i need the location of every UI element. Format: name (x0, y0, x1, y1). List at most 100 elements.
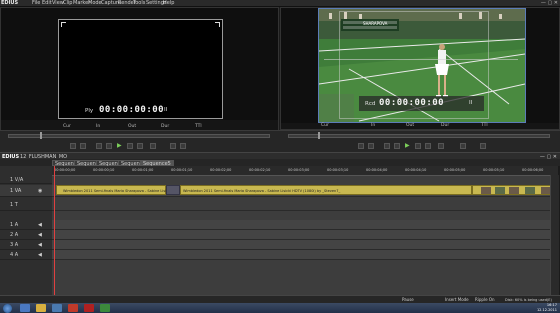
app-icon[interactable] (100, 304, 110, 312)
recorder-field-cur: Cur (321, 123, 329, 128)
timeline-clip[interactable]: Wimbledon 2011 Semi-finals Maria Sharapo… (180, 185, 472, 195)
audio-track-row[interactable] (52, 250, 558, 260)
ruler-tick: 00:00:01;10 (171, 168, 193, 172)
ruler-tick: 00:00:02;00 (210, 168, 232, 172)
speaker-icon[interactable]: ◀ (38, 252, 42, 258)
rec-step-back-button[interactable] (394, 143, 400, 149)
ruler-tick: 00:00:04;00 (366, 168, 388, 172)
window-controls[interactable]: — ▢ ✕ (541, 0, 558, 6)
ruler-tick: 00:00:01;00 (132, 168, 154, 172)
app-name: EDIUS (1, 0, 19, 6)
menu-edit[interactable]: Edit (42, 0, 52, 6)
rec-play-icon[interactable]: ▶ (405, 143, 411, 149)
recorder-timecode: 00:00:00:00 (379, 98, 445, 108)
pause-indicator-icon: II (164, 107, 168, 113)
ruler-tick: 00:00:02;10 (249, 168, 271, 172)
time-ruler[interactable]: 00:00:00;00 00:00:00;10 00:00:01;00 00:0… (52, 166, 558, 176)
title-track-row[interactable] (52, 199, 558, 211)
speaker-icon[interactable]: ◀ (38, 222, 42, 228)
ruler-tick: 00:00:00;10 (93, 168, 115, 172)
track-header-a1[interactable]: 1 A ◀ (0, 220, 52, 230)
speaker-icon[interactable]: ◀ (38, 232, 42, 238)
ruler-tick: 00:00:05;00 (444, 168, 466, 172)
rec-step-forward-button[interactable] (415, 143, 421, 149)
player-slider-handle[interactable] (40, 132, 42, 139)
player-field-ttl: TTl (195, 124, 202, 129)
menu-file[interactable]: File (32, 0, 40, 6)
menu-clip[interactable]: Clip (63, 0, 72, 6)
overwrite-button[interactable] (170, 143, 176, 149)
safe-area-corner-icon (61, 22, 66, 27)
player-monitor: Ply 00:00:00:00 II Cur In Out Dur TTl (0, 7, 279, 131)
player-field-out: Out (128, 124, 137, 129)
explorer-icon[interactable] (36, 304, 46, 312)
pause-indicator-icon: II (469, 100, 473, 106)
rec-fast-forward-button[interactable] (425, 143, 431, 149)
recorder-field-in: In (371, 123, 376, 128)
taskbar-time: 16:17 (546, 303, 557, 307)
set-out-button[interactable] (80, 143, 86, 149)
rewind-button[interactable] (96, 143, 102, 149)
player-scrub-slider[interactable] (8, 134, 270, 138)
loop-button[interactable] (150, 143, 156, 149)
speaker-icon[interactable]: ◀ (38, 242, 42, 248)
set-in-button[interactable] (70, 143, 76, 149)
recorder-field-dur: Dur (441, 123, 450, 128)
player-field-dur: Dur (161, 124, 170, 129)
player-label: Ply (85, 108, 94, 114)
rec-set-out-button[interactable] (368, 143, 374, 149)
ruler-tick: 00:00:03;00 (288, 168, 310, 172)
track-header-a2[interactable]: 2 A ◀ (0, 230, 52, 240)
menu-help[interactable]: Help (163, 0, 174, 6)
insert-button[interactable] (180, 143, 186, 149)
step-forward-button[interactable] (127, 143, 133, 149)
app-icon[interactable] (68, 304, 78, 312)
rec-export-button[interactable] (460, 143, 466, 149)
audio-track-row[interactable] (52, 240, 558, 250)
recorder-field-ttl: TTl (481, 123, 488, 128)
player-timecode: 00:00:00:00 (99, 105, 165, 115)
thumb (481, 187, 491, 194)
safe-area-corner-icon (215, 22, 220, 27)
clip-thumbnail (166, 185, 180, 195)
player-field-cur: Cur (63, 124, 71, 129)
play-icon[interactable]: ▶ (117, 143, 123, 149)
track-header-va[interactable]: 1 VA ◉ (0, 185, 52, 197)
timeline-cursor[interactable] (54, 166, 55, 295)
audio-track-row[interactable] (52, 220, 558, 230)
recorder-video-frame: SHARAPOVA Rcd 00:00:00:00 II (318, 8, 526, 123)
track-header-t[interactable]: 1 T (0, 199, 52, 211)
windows-taskbar: 16:17 12.12.2011 (0, 303, 560, 313)
thumb (509, 187, 519, 194)
track-header-a4[interactable]: 4 A ◀ (0, 250, 52, 260)
track-header-vtop[interactable]: 1 V/A (0, 175, 52, 184)
recorder-info-strip: Cur In Out Dur TTl (281, 123, 559, 129)
recorder-scrub-slider[interactable] (288, 134, 550, 138)
start-button-icon[interactable] (3, 304, 12, 313)
timeline-scrollbar[interactable] (550, 175, 559, 295)
rec-render-button[interactable] (480, 143, 486, 149)
ruler-tick: 00:00:06;00 (522, 168, 544, 172)
track-name: 3 A (10, 242, 19, 248)
fast-forward-button[interactable] (137, 143, 143, 149)
media-player-icon[interactable] (52, 304, 62, 312)
taskbar-date: 12.12.2011 (536, 308, 557, 312)
audio-track-row[interactable] (52, 230, 558, 240)
ie-icon[interactable] (20, 304, 30, 312)
track-header-a3[interactable]: 3 A ◀ (0, 240, 52, 250)
track-visibility-icon[interactable]: ◉ (38, 188, 42, 194)
rec-loop-button[interactable] (438, 143, 444, 149)
track-name: 1 V/A (10, 177, 24, 183)
recorder-slider-handle[interactable] (318, 132, 320, 139)
clip-label: Wimbledon 2011 Semi-finals Maria Sharapo… (183, 189, 341, 193)
app-icon[interactable] (84, 304, 94, 312)
clip-thumbnail-strip[interactable] (472, 185, 558, 195)
menu-tools[interactable]: Tools (133, 0, 145, 6)
menu-mode[interactable]: Mode (88, 0, 102, 6)
timeline-clip[interactable]: Wimbledon 2011 Semi-finals Maria Sharapo… (56, 185, 171, 195)
rec-set-in-button[interactable] (358, 143, 364, 149)
menu-bar: EDIUS File Edit View Clip Marker Mode Ca… (0, 0, 560, 7)
step-back-button[interactable] (106, 143, 112, 149)
track-name: 1 T (10, 202, 18, 208)
rec-rewind-button[interactable] (384, 143, 390, 149)
